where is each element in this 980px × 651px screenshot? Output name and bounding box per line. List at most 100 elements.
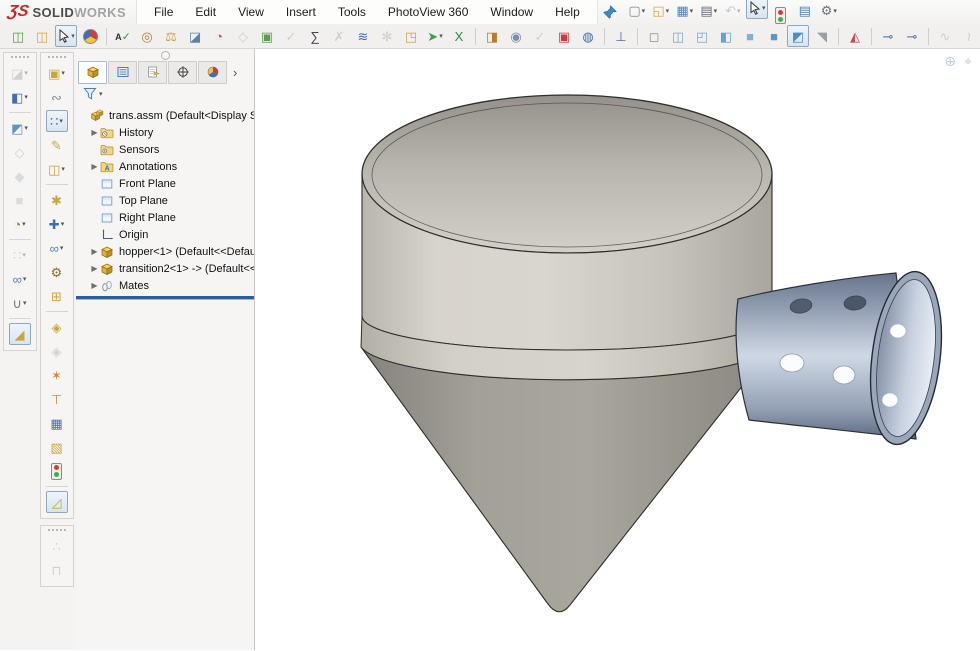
probe-corner-icon[interactable]: ⌖ — [964, 53, 972, 70]
dimxpertmanager-tab[interactable] — [168, 61, 197, 84]
tree-item-origin[interactable]: Origin — [79, 226, 254, 243]
insert-components-icon[interactable]: ◫▾ — [46, 158, 68, 180]
hopper-top-opening[interactable] — [362, 95, 772, 253]
no-external-references-icon[interactable]: ◫ — [7, 25, 29, 47]
mate-icon[interactable]: ∞▾ — [46, 237, 68, 259]
smart-fasteners-icon[interactable]: ✱ — [46, 189, 68, 211]
expand-arrow-icon[interactable]: ▶ — [89, 128, 100, 137]
graphics-area[interactable]: ⊕⌖ — [255, 49, 980, 650]
new-motion-study-icon[interactable]: ✶ — [46, 364, 68, 386]
simulation-icon[interactable]: ◆ — [9, 165, 31, 187]
tree-item-sensors[interactable]: Sensors — [79, 141, 254, 158]
menu-window[interactable]: Window — [479, 0, 544, 24]
check-document-icon[interactable]: ✓ — [280, 25, 302, 47]
record-video-icon[interactable]: ▣ — [553, 25, 575, 47]
edit-feature-icon[interactable]: ✎ — [46, 134, 68, 156]
shaded-style-icon[interactable]: ■ — [739, 25, 761, 47]
tree-item-hopper1[interactable]: ▶hopper<1> (Default<<Default>_Dis — [79, 243, 254, 260]
tree-item-right[interactable]: Right Plane — [79, 209, 254, 226]
section-view-icon[interactable]: ◭ — [844, 25, 866, 47]
selection-filter-traffic-icon[interactable] — [770, 5, 792, 27]
view-setting-icon-2[interactable]: ⊸ — [901, 25, 923, 47]
attachments-paperclip-icon[interactable]: ∾ — [46, 86, 68, 108]
import-diagnostics-icon[interactable]: ▣ — [256, 25, 278, 47]
featuremanager-tab[interactable] — [78, 61, 107, 84]
tree-item-annotations[interactable]: ▶AAnnotations — [79, 158, 254, 175]
tree-item-transassm[interactable]: trans.assm (Default<Display State-1>) — [79, 107, 254, 124]
expand-arrow-icon[interactable]: ▶ — [89, 247, 100, 256]
exploded-view-assembly-icon[interactable]: ⊤ — [46, 388, 68, 410]
tree-item-top[interactable]: Top Plane — [79, 192, 254, 209]
photoview-preview-icon[interactable]: ◉ — [505, 25, 527, 47]
open-document-icon[interactable]: ◱▾ — [650, 0, 672, 22]
explode-line-sketch-icon[interactable]: ◇ — [9, 141, 31, 163]
shadows-in-shaded-icon[interactable]: ■ — [763, 25, 785, 47]
assembly-performance-icon[interactable]: ▧ — [46, 436, 68, 458]
expand-arrow-icon[interactable]: ▶ — [89, 162, 100, 171]
appearance-wheel-icon[interactable] — [79, 25, 101, 47]
display-pane-icon[interactable]: ▤ — [794, 0, 816, 22]
new-document-icon[interactable]: ▢▾ — [626, 0, 648, 22]
display-style-active-icon[interactable]: ◩ — [787, 25, 809, 47]
linear-component-pattern-icon[interactable]: ∷▾ — [46, 110, 68, 132]
edit-component-icon[interactable]: ▣▾ — [46, 62, 68, 84]
move-component-icon[interactable]: ✚▾ — [46, 213, 68, 235]
select-cursor-icon[interactable]: ▾ — [746, 0, 768, 19]
wireframe-style-icon[interactable]: ◻ — [643, 25, 665, 47]
active-assembly-tool-icon[interactable]: ◿ — [46, 491, 68, 513]
gear-mates-icon[interactable]: ⚙ — [46, 261, 68, 283]
exploded-view-icon[interactable]: ◩▾ — [9, 117, 31, 139]
design-check-icon[interactable]: ✗ — [328, 25, 350, 47]
tree-item-history[interactable]: ▶History — [79, 124, 254, 141]
smart-dimension-icon[interactable]: ◪▾ — [9, 62, 31, 84]
undo-icon[interactable]: ↶▾ — [722, 0, 744, 22]
make-smart-component-icon[interactable]: ◫ — [31, 25, 53, 47]
belt-chain-icon[interactable]: ∪▾ — [9, 292, 31, 314]
freeze-icon[interactable]: ✻ — [376, 25, 398, 47]
mate-icon[interactable]: ∞▾ — [9, 268, 31, 290]
menu-help[interactable]: Help — [544, 0, 591, 24]
propertymanager-tab[interactable] — [108, 61, 137, 84]
copy-settings-icon[interactable]: ◳ — [400, 25, 422, 47]
menu-view[interactable]: View — [227, 0, 275, 24]
mass-properties-icon[interactable]: ⚖ — [160, 25, 182, 47]
panel-expand-chevron[interactable]: › — [233, 65, 237, 80]
hidden-lines-removed-icon[interactable]: ◰ — [691, 25, 713, 47]
model-3d-view[interactable] — [255, 49, 980, 651]
photoview-render-icon[interactable]: ◨ — [481, 25, 503, 47]
photoview-options-icon[interactable]: ◍ — [577, 25, 599, 47]
curve-tool-icon-1[interactable]: ∿ — [934, 25, 956, 47]
magnifier-corner-icon[interactable]: ⊕ — [944, 53, 956, 70]
hopper-cone-face[interactable] — [361, 347, 773, 612]
anchor-origin-icon[interactable]: ⊥ — [610, 25, 632, 47]
tree-item-transition21[interactable]: ▶transition2<1> -> (Default<<Defau — [79, 260, 254, 277]
appearance-target-icon[interactable]: ◔▾ — [9, 213, 31, 235]
shaded-with-edges-icon[interactable]: ◧ — [715, 25, 737, 47]
options-gear-icon[interactable]: ⚙▾ — [818, 0, 840, 22]
rollback-bar[interactable] — [76, 296, 254, 299]
component-pattern-icon[interactable]: ∷▾ — [9, 244, 31, 266]
pin-menu-icon[interactable] — [602, 5, 617, 20]
section-properties-icon[interactable]: ◪ — [184, 25, 206, 47]
equations-icon[interactable]: ∑ — [304, 25, 326, 47]
tree-item-mates[interactable]: ▶Mates — [79, 277, 254, 294]
motion-manager-icon[interactable]: ∴ — [46, 535, 68, 557]
expand-arrow-icon[interactable]: ▶ — [89, 281, 100, 290]
hidden-lines-visible-icon[interactable]: ◫ — [667, 25, 689, 47]
insert-component-icon[interactable]: ◧▾ — [9, 86, 31, 108]
photoview-check-icon[interactable]: ✓ — [529, 25, 551, 47]
menu-insert[interactable]: Insert — [275, 0, 327, 24]
mate-diagnostics-icon[interactable]: ◇ — [232, 25, 254, 47]
configurationmanager-tab[interactable] — [138, 61, 167, 84]
active-sketch-tool-icon[interactable]: ◢ — [9, 323, 31, 345]
motion-icon[interactable]: ■ — [9, 189, 31, 211]
panel-splitter-handle[interactable] — [161, 51, 170, 60]
menu-tools[interactable]: Tools — [327, 0, 377, 24]
menu-edit[interactable]: Edit — [184, 0, 227, 24]
appearance-eraser-icon[interactable]: ◥ — [811, 25, 833, 47]
print-icon[interactable]: ▤▾ — [698, 0, 720, 22]
tree-item-front[interactable]: Front Plane — [79, 175, 254, 192]
expand-arrow-icon[interactable]: ▶ — [89, 264, 100, 273]
displaymanager-tab[interactable] — [198, 61, 227, 84]
menu-file[interactable]: File — [143, 0, 184, 24]
